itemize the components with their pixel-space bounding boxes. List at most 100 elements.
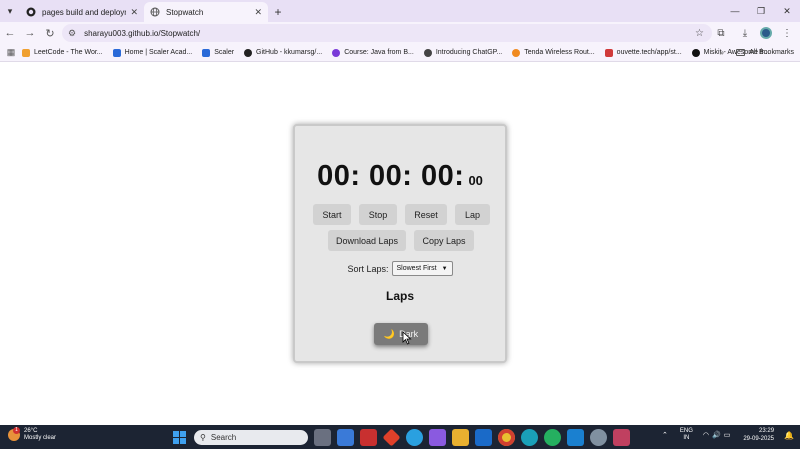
weather-desc: Mostly clear bbox=[24, 435, 57, 441]
store-app-icon[interactable] bbox=[337, 429, 354, 446]
weather-temp: 26°C bbox=[24, 428, 38, 434]
tab-search-icon[interactable]: ▾ bbox=[0, 0, 20, 22]
timer-milliseconds: 00 bbox=[468, 173, 483, 188]
bookmark-item[interactable]: Tenda Wireless Rout... bbox=[512, 48, 595, 57]
browser-toolbar: ← → ↻ ⚙ sharayu003.github.io/Stopwatch/ … bbox=[0, 22, 800, 44]
bookmark-favicon-icon bbox=[202, 48, 211, 57]
windows-start-icon[interactable] bbox=[173, 431, 186, 444]
reset-button[interactable]: Reset bbox=[405, 204, 447, 225]
chevron-down-icon: ▼ bbox=[441, 265, 448, 272]
bookmark-favicon-icon bbox=[512, 48, 521, 57]
clock-time: 23:29 bbox=[759, 428, 775, 434]
bookmark-favicon-icon bbox=[112, 48, 121, 57]
bookmark-item[interactable]: Course: Java from B... bbox=[332, 48, 414, 57]
outlook-icon[interactable] bbox=[475, 429, 492, 446]
url-text: sharayu003.github.io/Stopwatch/ bbox=[84, 28, 201, 38]
start-button[interactable]: Start bbox=[313, 204, 351, 225]
maximize-icon[interactable]: ❐ bbox=[748, 0, 774, 22]
bookmark-favicon-icon bbox=[423, 48, 432, 57]
lap-button[interactable]: Lap bbox=[455, 204, 490, 225]
vscode-icon[interactable] bbox=[567, 429, 584, 446]
chrome-alt-icon[interactable] bbox=[406, 429, 423, 446]
notification-icon[interactable]: 🔔 bbox=[784, 431, 794, 440]
back-icon[interactable]: ← bbox=[0, 23, 20, 43]
address-bar[interactable]: ⚙ sharayu003.github.io/Stopwatch/ ☆ bbox=[62, 24, 712, 42]
snipping-tool-icon[interactable] bbox=[613, 429, 630, 446]
bookmark-item[interactable]: LeetCode - The Wor... bbox=[22, 48, 103, 57]
bookmark-item[interactable]: GitHub - kkumarsg/... bbox=[244, 48, 322, 57]
folder-icon bbox=[736, 49, 746, 56]
taskbar-apps bbox=[314, 428, 630, 447]
bookmark-item[interactable]: Home | Scaler Acad... bbox=[112, 48, 192, 57]
dark-mode-toggle[interactable]: 🌙 Dark bbox=[374, 323, 428, 345]
globe-icon bbox=[150, 7, 160, 17]
settings-icon[interactable] bbox=[590, 429, 607, 446]
all-bookmarks-button[interactable]: All Bookmarks bbox=[736, 49, 794, 56]
bookmark-item[interactable]: Scaler bbox=[202, 48, 234, 57]
bookmark-star-icon[interactable]: ☆ bbox=[695, 28, 704, 39]
laps-heading: Laps bbox=[385, 289, 414, 303]
bookmark-item[interactable]: Introducing ChatGP... bbox=[423, 48, 502, 57]
search-placeholder: Search bbox=[210, 433, 237, 442]
page-viewport: 00: 00: 00: 00 Start Stop Reset Lap Downl… bbox=[0, 62, 800, 425]
clock[interactable]: 23:29 29-09-2025 bbox=[743, 427, 774, 443]
new-tab-button[interactable]: + bbox=[268, 2, 288, 22]
file-explorer-icon[interactable] bbox=[452, 429, 469, 446]
bookmark-favicon-icon bbox=[604, 48, 613, 57]
weather-icon: 1 bbox=[8, 427, 20, 441]
stop-button[interactable]: Stop bbox=[359, 204, 397, 225]
copy-laps-button[interactable]: Copy Laps bbox=[414, 230, 474, 251]
forward-icon[interactable]: → bbox=[20, 23, 40, 43]
close-tab-icon[interactable]: ✕ bbox=[130, 7, 138, 18]
menu-icon[interactable]: ⋮ bbox=[778, 24, 796, 42]
window-controls: — ❐ ✕ bbox=[722, 0, 800, 22]
weather-badge: 1 bbox=[13, 427, 20, 434]
show-hidden-icons[interactable]: ⌃ bbox=[662, 431, 668, 439]
extensions-icon[interactable]: ⧉ bbox=[712, 24, 730, 42]
download-laps-button[interactable]: Download Laps bbox=[328, 230, 406, 251]
task-view-icon[interactable] bbox=[314, 429, 331, 446]
tab-title: Stopwatch bbox=[166, 7, 204, 17]
search-icon: ⚲ bbox=[200, 433, 206, 442]
copilot-icon[interactable] bbox=[429, 429, 446, 446]
reload-icon[interactable]: ↻ bbox=[40, 23, 60, 43]
bookmark-favicon-icon bbox=[244, 48, 253, 57]
minimize-icon[interactable]: — bbox=[722, 0, 748, 22]
tab-strip: ▾ pages build and deployment · s ✕ Stopw… bbox=[0, 0, 800, 22]
clock-date: 29-09-2025 bbox=[743, 436, 775, 442]
edge-icon[interactable] bbox=[521, 429, 538, 446]
more-bookmarks-icon[interactable]: » bbox=[720, 48, 724, 57]
stopwatch-card: 00: 00: 00: 00 Start Stop Reset Lap Downl… bbox=[293, 124, 507, 363]
bookmark-favicon-icon bbox=[332, 48, 341, 57]
github-icon bbox=[26, 7, 36, 17]
mouse-cursor-icon bbox=[402, 331, 412, 345]
sort-selected-value: Slowest First bbox=[396, 265, 437, 272]
red-app-icon[interactable] bbox=[382, 428, 401, 447]
system-tray: ⌃ ENG IN ◠🔊▭ 23:29 29-09-2025 🔔 bbox=[662, 427, 794, 443]
close-tab-icon[interactable]: ✕ bbox=[254, 7, 262, 18]
language-indicator[interactable]: ENG IN bbox=[680, 428, 693, 442]
bookmark-favicon-icon bbox=[691, 48, 700, 57]
apps-grid-icon[interactable]: ▦ bbox=[0, 47, 22, 58]
windows-taskbar: 1 26°C Mostly clear ⚲ Search ⌃ ENG IN ◠🔊▭… bbox=[0, 425, 800, 449]
toolbar-actions: ⧉ ⤓ ⋮ bbox=[712, 24, 796, 42]
chrome-icon[interactable] bbox=[498, 429, 515, 446]
moon-icon: 🌙 bbox=[383, 328, 396, 339]
site-info-icon[interactable]: ⚙ bbox=[68, 28, 76, 39]
sort-laps-label: Sort Laps: bbox=[347, 263, 389, 274]
whatsapp-icon[interactable] bbox=[544, 429, 561, 446]
bookmarks-bar: ▦ LeetCode - The Wor... Home | Scaler Ac… bbox=[0, 44, 800, 62]
close-window-icon[interactable]: ✕ bbox=[774, 0, 800, 22]
bookmark-favicon-icon bbox=[22, 48, 30, 57]
taskbar-search[interactable]: ⚲ Search bbox=[194, 430, 308, 445]
sort-laps-select[interactable]: Slowest First ▼ bbox=[391, 261, 453, 276]
security-app-icon[interactable] bbox=[360, 429, 377, 446]
timer-display: 00: 00: 00: 00 bbox=[295, 160, 505, 193]
tab-pages-build[interactable]: pages build and deployment · s ✕ bbox=[20, 2, 144, 22]
tab-stopwatch[interactable]: Stopwatch ✕ bbox=[144, 2, 268, 22]
download-icon[interactable]: ⤓ bbox=[736, 24, 754, 42]
bookmark-item[interactable]: ouvette.tech/app/st... bbox=[604, 48, 682, 57]
profile-avatar[interactable] bbox=[760, 27, 772, 39]
network-volume-battery-icons[interactable]: ◠🔊▭ bbox=[703, 431, 733, 439]
weather-widget[interactable]: 1 26°C Mostly clear bbox=[8, 427, 57, 442]
